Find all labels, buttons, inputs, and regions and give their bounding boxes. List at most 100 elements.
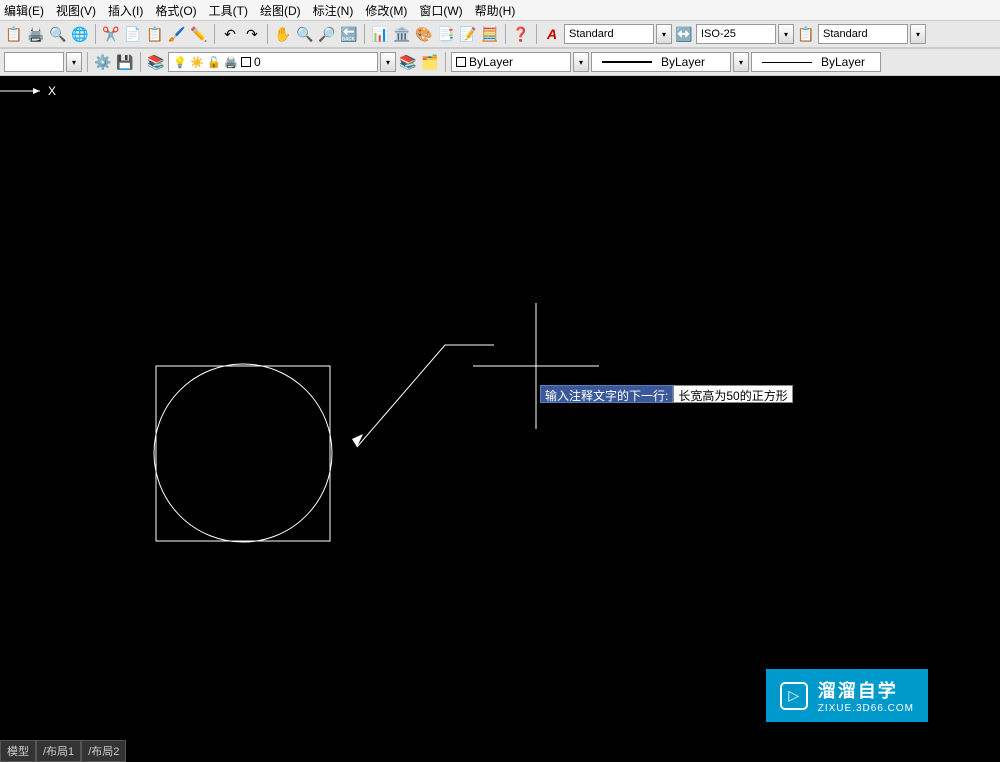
markup-icon[interactable]: 📝: [458, 24, 478, 44]
tab-layout1[interactable]: /布局1: [36, 740, 81, 762]
undo-icon[interactable]: ↶: [220, 24, 240, 44]
square-entity: [156, 366, 330, 541]
toolbar-main: 📋 🖨️ 🔍 🌐 ✂️ 📄 📋 🖌️ ✏️ ↶ ↷ ✋ 🔍 🔎 🔙 📊 🏛️ 🎨…: [0, 20, 1000, 48]
zoom-realtime-icon[interactable]: 🔍: [295, 24, 315, 44]
separator: [95, 24, 96, 44]
drawing-canvas[interactable]: 输入注释文字的下一行: 长宽高为50的正方形 X 模型 /布局1 /布局2 ▷ …: [0, 76, 1000, 762]
layer-manager-icon[interactable]: 📚: [146, 52, 166, 72]
ucs-x-label: X: [48, 84, 56, 98]
help-icon[interactable]: ❓: [511, 24, 531, 44]
sun-icon: ☀️: [190, 55, 204, 69]
pan-icon[interactable]: ✋: [273, 24, 293, 44]
lineweight-preview: [762, 62, 812, 63]
blockeditor-icon[interactable]: ✏️: [189, 24, 209, 44]
separator: [87, 52, 88, 72]
color-swatch: [456, 57, 466, 67]
copy-icon[interactable]: 📄: [123, 24, 143, 44]
linetype-value: ByLayer: [661, 55, 705, 69]
tab-layout2[interactable]: /布局2: [81, 740, 126, 762]
table-style-group: 📋 Standard ▾: [796, 24, 926, 44]
text-style-select[interactable]: Standard: [564, 24, 654, 44]
dropdown-arrow-icon[interactable]: ▾: [778, 24, 794, 44]
dim-style-group: ↔️ ISO-25 ▾: [674, 24, 794, 44]
separator: [445, 52, 446, 72]
layer-select[interactable]: 💡 ☀️ 🔓 🖨️ 0: [168, 52, 378, 72]
circle-entity: [154, 364, 332, 542]
menu-edit[interactable]: 编辑(E): [4, 2, 44, 19]
workspace-select[interactable]: [4, 52, 64, 72]
sheetset-icon[interactable]: 📋: [4, 24, 24, 44]
cut-icon[interactable]: ✂️: [101, 24, 121, 44]
play-icon: ▷: [780, 682, 808, 710]
paste-icon[interactable]: 📋: [145, 24, 165, 44]
separator: [536, 24, 537, 44]
watermark-url: ZIXUE.3D66.COM: [818, 703, 914, 714]
prompt-label: 输入注释文字的下一行:: [540, 385, 673, 403]
properties-icon[interactable]: 📊: [370, 24, 390, 44]
toolbar-layer: ▾ ⚙️ 💾 📚 💡 ☀️ 🔓 🖨️ 0 ▾ 📚 🗂️ ByLayer ▾ By…: [0, 48, 1000, 76]
dropdown-arrow-icon[interactable]: ▾: [910, 24, 926, 44]
dropdown-arrow-icon[interactable]: ▾: [733, 52, 749, 72]
leader-arrowhead: [352, 434, 363, 447]
tab-model[interactable]: 模型: [0, 740, 36, 762]
dimstyle-icon[interactable]: ↔️: [674, 24, 694, 44]
lineweight-select[interactable]: ByLayer: [751, 52, 881, 72]
text-style-group: A Standard ▾: [542, 24, 672, 44]
dim-style-select[interactable]: ISO-25: [696, 24, 776, 44]
dropdown-arrow-icon[interactable]: ▾: [66, 52, 82, 72]
canvas-svg: [0, 76, 1000, 762]
print-icon[interactable]: 🖨️: [26, 24, 46, 44]
preview-icon[interactable]: 🔍: [48, 24, 68, 44]
textstyle-icon[interactable]: A: [542, 24, 562, 44]
separator: [140, 52, 141, 72]
dynamic-input-prompt: 输入注释文字的下一行: 长宽高为50的正方形: [540, 385, 793, 403]
linetype-select[interactable]: ByLayer: [591, 52, 731, 72]
dropdown-arrow-icon[interactable]: ▾: [380, 52, 396, 72]
menu-view[interactable]: 视图(V): [56, 2, 96, 19]
layer-states-icon[interactable]: 🗂️: [420, 52, 440, 72]
menu-format[interactable]: 格式(O): [155, 2, 196, 19]
ucs-icon: X: [0, 76, 60, 106]
lineweight-value: ByLayer: [821, 55, 865, 69]
dropdown-arrow-icon[interactable]: ▾: [656, 24, 672, 44]
table-style-value: Standard: [823, 28, 868, 40]
lock-icon: 🔓: [207, 55, 221, 69]
quickcalc-icon[interactable]: 🧮: [480, 24, 500, 44]
redo-icon[interactable]: ↷: [242, 24, 262, 44]
color-value: ByLayer: [469, 55, 513, 69]
designcenter-icon[interactable]: 🏛️: [392, 24, 412, 44]
plot-icon: 🖨️: [224, 55, 238, 69]
menu-help[interactable]: 帮助(H): [475, 2, 516, 19]
tablestyle-icon[interactable]: 📋: [796, 24, 816, 44]
menu-dimension[interactable]: 标注(N): [313, 2, 354, 19]
menu-modify[interactable]: 修改(M): [365, 2, 407, 19]
sheetset2-icon[interactable]: 📑: [436, 24, 456, 44]
table-style-select[interactable]: Standard: [818, 24, 908, 44]
layer-previous-icon[interactable]: 📚: [398, 52, 418, 72]
watermark-title: 溜溜自学: [818, 677, 914, 703]
leader-entity: [357, 345, 494, 447]
prompt-input[interactable]: 长宽高为50的正方形: [673, 385, 792, 403]
layer-color-swatch: [241, 57, 251, 67]
separator: [364, 24, 365, 44]
zoom-previous-icon[interactable]: 🔙: [339, 24, 359, 44]
separator: [267, 24, 268, 44]
layout-tabs: 模型 /布局1 /布局2: [0, 740, 126, 762]
menu-draw[interactable]: 绘图(D): [260, 2, 301, 19]
menu-insert[interactable]: 插入(I): [108, 2, 143, 19]
watermark: ▷ 溜溜自学 ZIXUE.3D66.COM: [766, 669, 928, 722]
toolpalettes-icon[interactable]: 🎨: [414, 24, 434, 44]
matchprop-icon[interactable]: 🖌️: [167, 24, 187, 44]
menu-tools[interactable]: 工具(T): [209, 2, 248, 19]
workspace-settings-icon[interactable]: ⚙️: [93, 52, 113, 72]
lightbulb-icon: 💡: [173, 55, 187, 69]
color-select[interactable]: ByLayer: [451, 52, 571, 72]
menu-window[interactable]: 窗口(W): [419, 2, 462, 19]
menu-bar: 编辑(E) 视图(V) 插入(I) 格式(O) 工具(T) 绘图(D) 标注(N…: [0, 0, 1000, 20]
zoom-window-icon[interactable]: 🔎: [317, 24, 337, 44]
dim-style-value: ISO-25: [701, 28, 736, 40]
linetype-preview: [602, 61, 652, 63]
dropdown-arrow-icon[interactable]: ▾: [573, 52, 589, 72]
workspace-save-icon[interactable]: 💾: [115, 52, 135, 72]
publish-icon[interactable]: 🌐: [70, 24, 90, 44]
